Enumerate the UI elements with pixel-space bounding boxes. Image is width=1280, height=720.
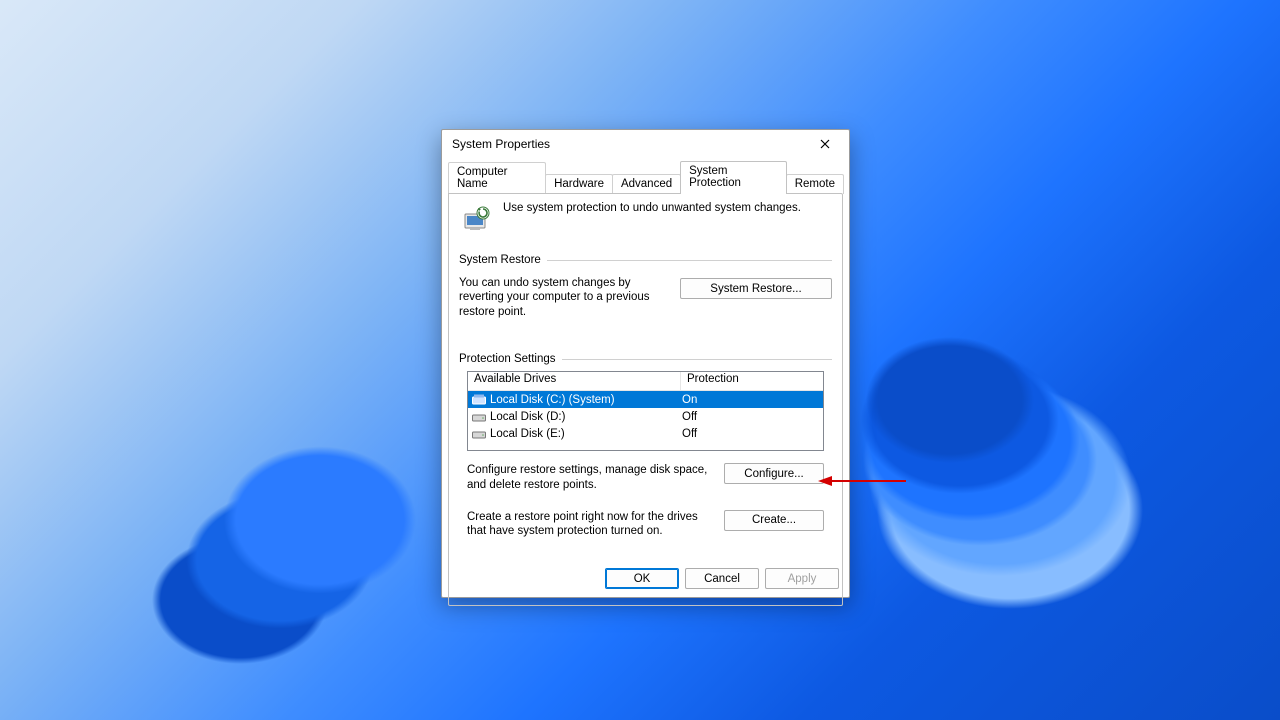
close-button[interactable] — [807, 133, 843, 155]
drive-icon — [472, 428, 486, 440]
titlebar[interactable]: System Properties — [442, 130, 849, 158]
tab-system-protection[interactable]: System Protection — [680, 161, 787, 194]
drive-name: Local Disk (E:) — [490, 428, 565, 440]
group-system-restore: System Restore — [459, 254, 832, 266]
drive-status: Off — [676, 411, 823, 423]
tab-advanced[interactable]: Advanced — [612, 174, 681, 194]
dialog-button-row: OK Cancel Apply — [442, 560, 849, 597]
drive-name: Local Disk (C:) (System) — [490, 394, 615, 406]
drive-name: Local Disk (D:) — [490, 411, 565, 423]
create-desc: Create a restore point right now for the… — [467, 510, 714, 539]
apply-button[interactable]: Apply — [765, 568, 839, 589]
system-restore-label: System Restore — [459, 254, 541, 266]
window-title: System Properties — [452, 137, 550, 151]
drive-status: Off — [676, 428, 823, 440]
drive-list[interactable]: Available Drives Protection Local Disk (… — [467, 371, 824, 451]
tab-computer-name[interactable]: Computer Name — [448, 162, 546, 194]
group-protection-settings: Protection Settings — [459, 353, 832, 365]
tab-page: Use system protection to undo unwanted s… — [448, 193, 843, 606]
create-button[interactable]: Create... — [724, 510, 824, 531]
cancel-button[interactable]: Cancel — [685, 568, 759, 589]
desktop-wallpaper: System Properties Computer Name Hardware… — [0, 0, 1280, 720]
system-restore-button[interactable]: System Restore... — [680, 278, 832, 299]
drive-icon — [472, 394, 486, 406]
tab-hardware[interactable]: Hardware — [545, 174, 613, 194]
drive-status: On — [676, 394, 823, 406]
drive-row[interactable]: Local Disk (E:) Off — [468, 425, 823, 442]
system-properties-window: System Properties Computer Name Hardware… — [441, 129, 850, 598]
configure-desc: Configure restore settings, manage disk … — [467, 463, 714, 492]
ok-button[interactable]: OK — [605, 568, 679, 589]
intro-text: Use system protection to undo unwanted s… — [503, 202, 801, 214]
tab-strip: Computer Name Hardware Advanced System P… — [442, 160, 849, 193]
system-protection-icon — [461, 204, 493, 236]
drive-row[interactable]: Local Disk (D:) Off — [468, 408, 823, 425]
drive-icon — [472, 411, 486, 423]
configure-button[interactable]: Configure... — [724, 463, 824, 484]
tab-remote[interactable]: Remote — [786, 174, 844, 194]
close-icon — [820, 139, 830, 149]
drive-list-header: Available Drives Protection — [468, 372, 823, 391]
col-protection[interactable]: Protection — [681, 372, 823, 390]
drive-row[interactable]: Local Disk (C:) (System) On — [468, 391, 823, 408]
col-available-drives[interactable]: Available Drives — [468, 372, 681, 390]
intro-row: Use system protection to undo unwanted s… — [461, 204, 834, 236]
protection-settings-label: Protection Settings — [459, 353, 556, 365]
system-restore-desc: You can undo system changes by reverting… — [459, 276, 670, 319]
